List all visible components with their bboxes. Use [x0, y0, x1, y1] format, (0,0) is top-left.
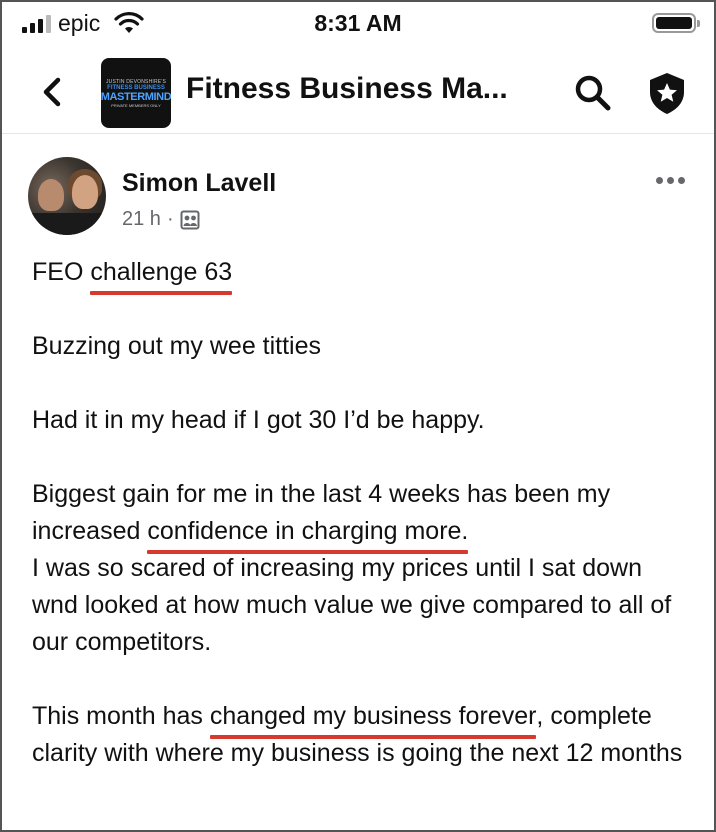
post-time[interactable]: 21 h	[122, 208, 161, 231]
post-more-options-button[interactable]	[656, 172, 692, 188]
group-header: JUSTIN DEVONSHIRE'S FITNESS BUSINESS MAS…	[2, 52, 714, 134]
post-meta: 21 h ·	[122, 208, 200, 231]
chevron-left-icon	[43, 77, 61, 107]
group-audience-icon	[180, 210, 200, 229]
post-body: FEO challenge 63 Buzzing out my wee titt…	[32, 254, 692, 809]
group-logo[interactable]: JUSTIN DEVONSHIRE'S FITNESS BUSINESS MAS…	[101, 58, 171, 128]
paragraph-2: Buzzing out my wee titties	[32, 332, 322, 360]
underlined-phrase: changed my business forever	[209, 702, 537, 730]
search-button[interactable]	[572, 72, 614, 114]
author-name[interactable]: Simon Lavell	[122, 169, 276, 198]
author-avatar[interactable]	[28, 157, 106, 235]
group-title[interactable]: Fitness Business Ma...	[186, 72, 508, 106]
search-icon	[575, 75, 611, 111]
meta-separator: ·	[166, 208, 174, 230]
status-bar: epic 8:31 AM	[2, 2, 714, 48]
underlined-phrase: confidence in charging more.	[147, 517, 469, 545]
admin-badge-button[interactable]	[644, 70, 690, 116]
paragraph-4: Biggest gain for me in the last 4 weeks …	[32, 480, 672, 656]
paragraph-5: This month has changed my business forev…	[32, 702, 683, 767]
paragraph-1: FEO challenge 63	[32, 258, 233, 286]
back-button[interactable]	[38, 72, 68, 112]
clock-time: 8:31 AM	[314, 10, 402, 36]
underlined-phrase: challenge 63	[90, 258, 233, 286]
screenshot-frame: epic 8:31 AM JUSTIN DEVONSHIRE'S FITNESS…	[0, 0, 716, 832]
battery-icon	[652, 13, 700, 33]
shield-star-icon	[650, 73, 684, 114]
paragraph-3: Had it in my head if I got 30 I’d be hap…	[32, 406, 485, 434]
